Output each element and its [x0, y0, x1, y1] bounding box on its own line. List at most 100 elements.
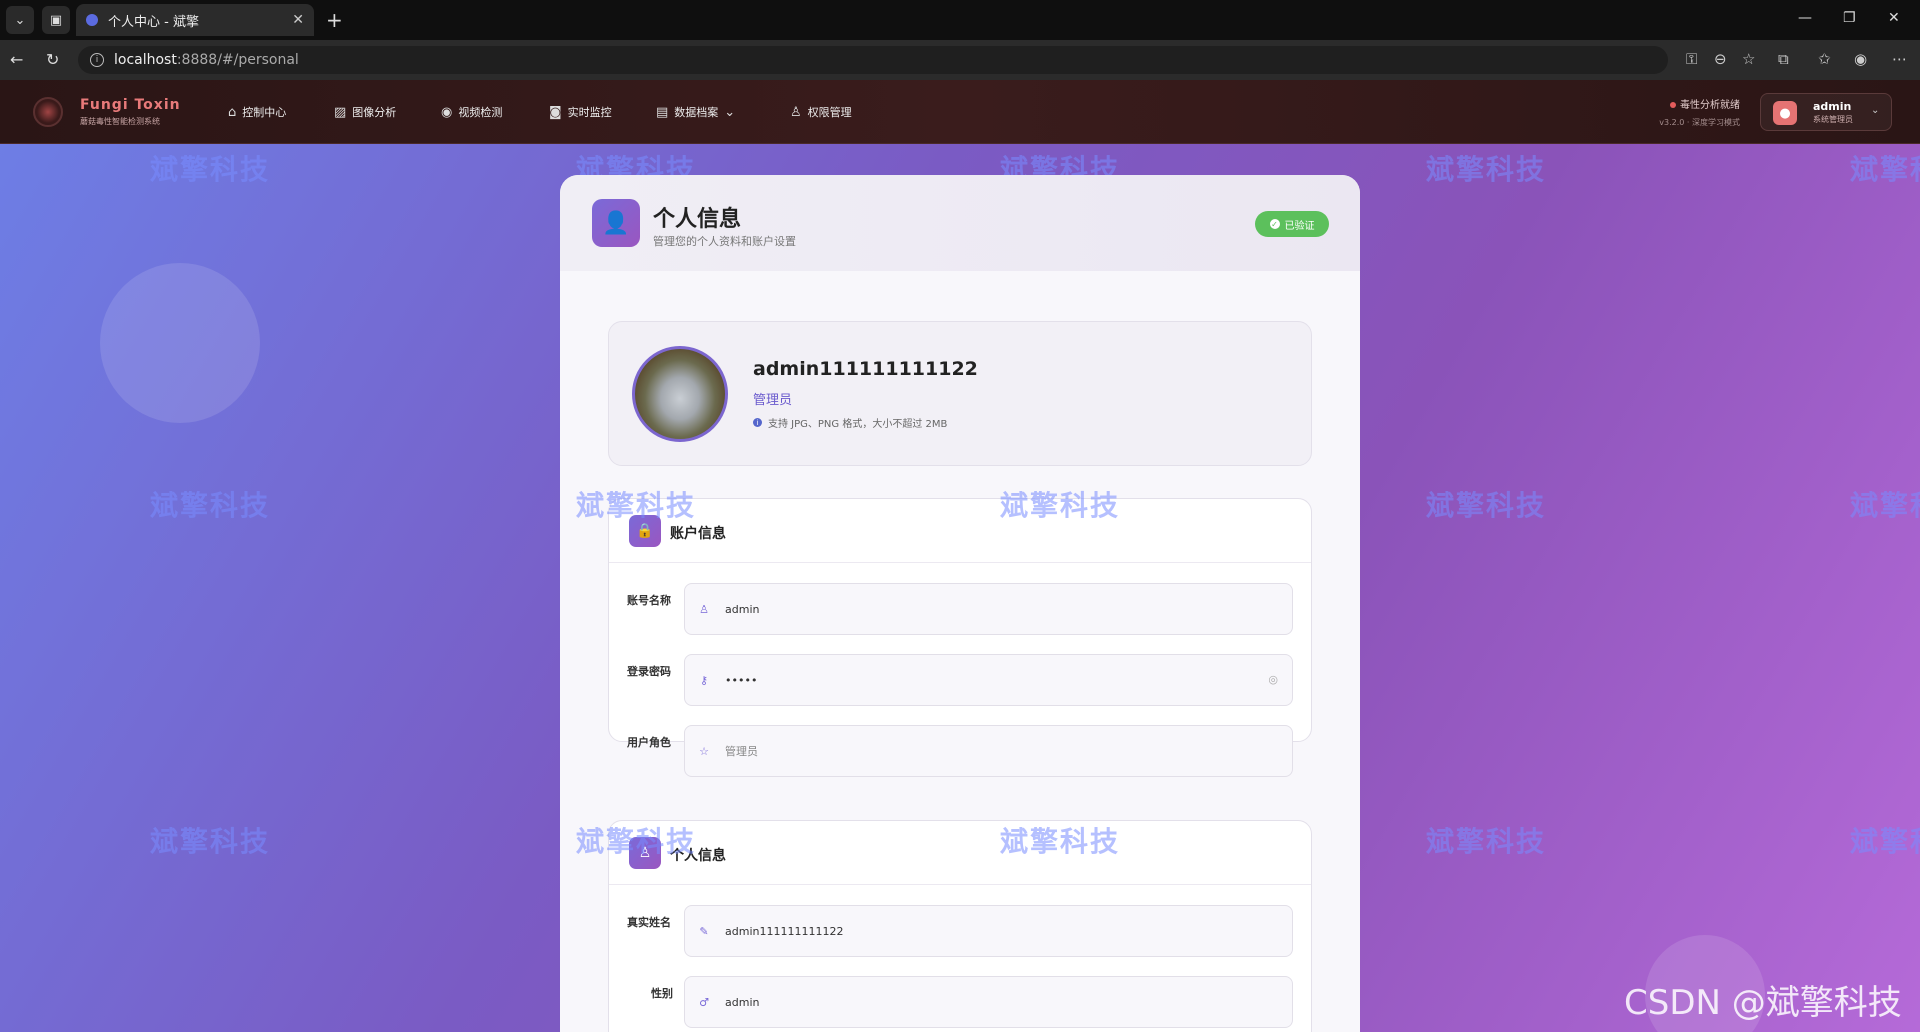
tab-close-icon[interactable]: ✕ — [292, 12, 304, 28]
section-header: 🔒 账户信息 — [609, 499, 1311, 563]
url-field[interactable]: i localhost :8888/#/personal — [78, 46, 1668, 74]
profile-name: admin111111111122 — [753, 358, 978, 380]
profile-icon[interactable]: ◉ — [1854, 50, 1867, 68]
tab-list-button[interactable]: ⌄ — [6, 6, 34, 34]
field-label: 用户角色 — [627, 736, 671, 749]
page-viewport: 斌擎科技 斌擎科技 斌擎科技 斌擎科技 斌擎科技 Fungi Toxin 蘑菇毒… — [0, 80, 1920, 1032]
account-name-field[interactable]: ♙ admin — [684, 583, 1293, 635]
watermark-text: 斌擎科技 — [576, 825, 697, 858]
new-tab-icon[interactable]: + — [326, 8, 343, 32]
key-icon: ⚷ — [699, 673, 709, 687]
gender-field[interactable]: ♂ admin — [684, 976, 1293, 1028]
upload-hint: i 支持 JPG、PNG 格式，大小不超过 2MB — [753, 415, 947, 430]
watermark-text: 斌擎科技 — [576, 489, 697, 522]
favorite-star-icon[interactable]: ☆ — [1742, 50, 1755, 68]
verified-badge: ✓ 已验证 — [1255, 211, 1329, 237]
nav-label: 图像分析 — [352, 106, 397, 119]
chevron-down-icon: ⌄ — [724, 104, 736, 120]
nav-item-permissions[interactable]: ♙ 权限管理 — [790, 104, 852, 120]
watermark-text: 斌擎科技 — [1000, 825, 1121, 858]
personal-center-card: 👤 个人信息 管理您的个人资料和账户设置 ✓ 已验证 admin11111111… — [560, 175, 1360, 1032]
card-header: 👤 个人信息 管理您的个人资料和账户设置 ✓ 已验证 — [560, 175, 1360, 271]
user-avatar-icon: ● — [1773, 101, 1797, 125]
field-value: admin — [725, 602, 760, 616]
gender-icon: ♂ — [699, 995, 709, 1009]
nav-label: 数据档案 — [674, 106, 719, 119]
restore-icon[interactable]: ❐ — [1843, 10, 1856, 26]
document-icon: ▤ — [656, 104, 669, 120]
workspaces-button[interactable]: ▣ — [42, 6, 70, 34]
tab-title: 个人中心 - 斌擎 — [108, 14, 199, 30]
system-status: 毒性分析就绪 v3.2.0 · 深度学习模式 — [1650, 96, 1740, 128]
reload-icon[interactable]: ↻ — [46, 50, 59, 69]
nav-item-dashboard[interactable]: ⌂ 控制中心 — [228, 104, 286, 120]
extensions-icon[interactable]: ⧉ — [1778, 50, 1789, 68]
close-window-icon[interactable]: ✕ — [1888, 10, 1900, 26]
nav-item-video-detection[interactable]: ◉ 视频检测 — [441, 104, 502, 120]
browser-address-bar: ← ↻ i localhost :8888/#/personal ⚿ ⊖ ☆ ⧉… — [0, 40, 1920, 80]
key-icon[interactable]: ⚿ — [1686, 50, 1697, 68]
user-name: admin — [1813, 100, 1852, 113]
field-value: ••••• — [725, 673, 758, 687]
account-info-section: 🔒 账户信息 账号名称 ♙ admin 登录密码 ⚷ ••••• ◎ 用户角色 … — [608, 498, 1312, 777]
avatar[interactable] — [632, 346, 728, 442]
app-header: Fungi Toxin 蘑菇毒性智能检测系统 ⌂ 控制中心 ▨ 图像分析 ◉ 视… — [0, 80, 1920, 144]
tab-favicon-icon — [86, 14, 98, 26]
url-path: :8888/#/personal — [176, 52, 299, 68]
nav-label: 实时监控 — [567, 106, 612, 119]
field-value: admin — [725, 995, 760, 1009]
watermark-text: 斌擎科技 — [150, 489, 271, 522]
password-field[interactable]: ⚷ ••••• ◎ — [684, 654, 1293, 706]
page-title: 个人信息 — [653, 207, 742, 232]
eye-icon[interactable]: ◎ — [1268, 673, 1278, 686]
field-value: 管理员 — [725, 745, 758, 758]
profile-summary: admin111111111122 管理员 i 支持 JPG、PNG 格式，大小… — [608, 321, 1312, 466]
decorative-circle — [100, 263, 260, 423]
nav-item-realtime-monitor[interactable]: ◙ 实时监控 — [549, 104, 612, 120]
csdn-watermark: CSDN @斌擎科技 — [1624, 983, 1902, 1023]
user-icon: 👤 — [592, 199, 640, 247]
field-label: 登录密码 — [627, 665, 671, 678]
back-icon[interactable]: ← — [10, 50, 23, 69]
site-info-icon[interactable]: i — [90, 53, 104, 67]
info-icon: i — [753, 418, 762, 427]
camera-icon: ◙ — [549, 104, 562, 120]
watermark-text: 斌擎科技 — [150, 825, 271, 858]
image-icon: ▨ — [334, 104, 347, 120]
section-title: 账户信息 — [670, 526, 726, 542]
watermark-text: 斌擎科技 — [1426, 825, 1547, 858]
personal-info-section: ♙ 个人信息 真实姓名 ✎ admin111111111122 性别 ♂ adm… — [608, 820, 1312, 1032]
watermark-text: 斌擎科技 — [150, 153, 271, 186]
watermark-text: 斌擎科技 — [1426, 153, 1547, 186]
watermark-text: 斌擎科技 — [1000, 489, 1121, 522]
minimize-icon[interactable]: — — [1798, 10, 1812, 26]
watermark-text: 斌擎科技 — [1426, 489, 1547, 522]
watermark-text: 斌擎科技 — [1850, 825, 1920, 858]
real-name-field[interactable]: ✎ admin111111111122 — [684, 905, 1293, 957]
watermark-text: 斌擎科技 — [1850, 153, 1920, 186]
user-menu[interactable]: ● admin 系统管理员 ⌄ — [1760, 93, 1892, 131]
upload-hint-text: 支持 JPG、PNG 格式，大小不超过 2MB — [768, 419, 948, 430]
nav-label: 视频检测 — [458, 106, 503, 119]
field-value: admin111111111122 — [725, 924, 844, 938]
app-logo-icon[interactable] — [33, 97, 63, 127]
browser-tab-active[interactable]: 个人中心 - 斌擎 ✕ — [76, 4, 314, 36]
nav-label: 权限管理 — [807, 106, 852, 119]
chevron-down-icon: ⌄ — [1871, 105, 1880, 116]
url-host: localhost — [114, 52, 177, 68]
more-icon[interactable]: ⋯ — [1892, 50, 1907, 68]
user-role-field[interactable]: ☆ 管理员 — [684, 725, 1293, 777]
edit-icon: ✎ — [699, 924, 709, 938]
zoom-icon[interactable]: ⊖ — [1714, 50, 1727, 68]
user-role: 系统管理员 — [1813, 115, 1853, 124]
nav-item-image-analysis[interactable]: ▨ 图像分析 — [334, 104, 396, 120]
favorites-icon[interactable]: ✩ — [1818, 50, 1831, 68]
watermark-text: 斌擎科技 — [1850, 489, 1920, 522]
browser-tab-bar: ⌄ ▣ 个人中心 - 斌擎 ✕ + — ❐ ✕ — [0, 0, 1920, 40]
star-icon: ☆ — [699, 744, 709, 758]
home-icon: ⌂ — [228, 104, 237, 120]
check-icon: ✓ — [1269, 219, 1280, 229]
nav-item-data-archive[interactable]: ▤ 数据档案 ⌄ — [656, 104, 735, 120]
user-icon: ♙ — [699, 602, 709, 616]
field-label: 账号名称 — [627, 594, 671, 607]
